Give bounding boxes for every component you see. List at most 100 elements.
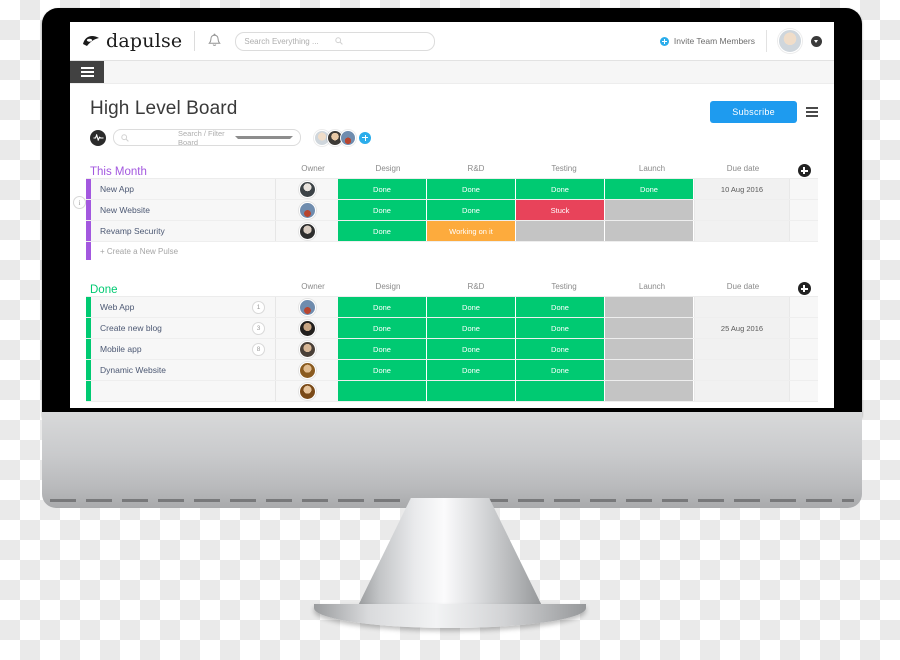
status-cell[interactable] <box>605 318 694 338</box>
chevron-down-icon[interactable] <box>235 136 293 139</box>
due-date-cell[interactable] <box>694 221 789 241</box>
due-date-cell[interactable] <box>694 200 789 220</box>
row-title[interactable]: Create new blog 3 <box>91 318 275 338</box>
board-filter-input[interactable]: Search / Filter Board <box>113 129 301 147</box>
group-title[interactable]: Done <box>90 284 118 296</box>
row-title[interactable]: Web App 1 <box>91 297 275 317</box>
chevron-down-icon[interactable] <box>811 35 822 47</box>
table-row[interactable]: Mobile app 8 Done Done Done <box>86 339 818 360</box>
member-avatar[interactable] <box>340 129 356 146</box>
plus-circle-icon <box>659 36 669 46</box>
owner-cell[interactable] <box>275 318 338 338</box>
row-title[interactable] <box>91 381 275 401</box>
column-header[interactable]: Design <box>344 282 432 296</box>
column-header[interactable]: Due date <box>696 164 790 178</box>
board-menu-icon[interactable] <box>806 107 818 117</box>
status-cell[interactable]: Done <box>427 200 516 220</box>
status-cell[interactable]: Done <box>605 179 694 199</box>
owner-cell[interactable] <box>275 221 338 241</box>
column-header[interactable]: Design <box>344 164 432 178</box>
status-cell[interactable] <box>605 221 694 241</box>
owner-cell[interactable] <box>275 200 338 220</box>
bell-icon[interactable] <box>207 33 222 49</box>
global-search-input[interactable]: Search Everything ... <box>235 31 436 51</box>
row-title[interactable]: New App <box>91 179 275 199</box>
column-header[interactable]: Launch <box>608 164 696 178</box>
table-row[interactable]: New Website Done Done Stuck <box>86 200 818 221</box>
status-cell[interactable]: Done <box>427 360 516 380</box>
row-title[interactable]: Dynamic Website <box>91 360 275 380</box>
table-row[interactable]: Create new blog 3 Done Done Done 25 Aug 2016 <box>86 318 818 339</box>
row-update-count[interactable]: 1 <box>252 300 265 314</box>
status-cell[interactable]: Done <box>516 297 605 317</box>
row-title[interactable]: New Website <box>91 200 275 220</box>
row-update-count[interactable]: 8 <box>252 342 265 356</box>
owner-cell[interactable] <box>275 381 338 401</box>
status-cell[interactable]: Done <box>338 221 427 241</box>
table-row[interactable]: Dynamic Website Done Done Done <box>86 360 818 381</box>
status-cell[interactable]: Done <box>338 318 427 338</box>
column-header[interactable]: Launch <box>608 282 696 296</box>
status-cell[interactable] <box>516 221 605 241</box>
column-header[interactable]: Owner <box>282 164 344 178</box>
table-row[interactable]: Revamp Security Done Working on it <box>86 221 818 242</box>
status-cell[interactable]: Done <box>338 179 427 199</box>
column-header[interactable]: Testing <box>520 164 608 178</box>
status-cell[interactable] <box>516 381 605 401</box>
table-row[interactable] <box>86 381 818 402</box>
row-title[interactable]: Mobile app 8 <box>91 339 275 359</box>
status-cell[interactable] <box>605 360 694 380</box>
status-cell[interactable] <box>427 381 516 401</box>
due-date-cell[interactable] <box>694 360 789 380</box>
column-header[interactable]: R&D <box>432 282 520 296</box>
group-title[interactable]: This Month <box>90 166 147 178</box>
board-info-icon[interactable]: i <box>73 196 86 209</box>
invite-team-members-button[interactable]: Invite Team Members <box>659 36 755 46</box>
due-date-cell[interactable] <box>694 339 789 359</box>
status-cell[interactable] <box>605 200 694 220</box>
row-title[interactable]: Revamp Security <box>91 221 275 241</box>
owner-cell[interactable] <box>275 360 338 380</box>
status-cell[interactable] <box>605 297 694 317</box>
table-row[interactable]: Web App 1 Done Done Done <box>86 297 818 318</box>
status-cell[interactable]: Done <box>516 360 605 380</box>
status-cell[interactable]: Stuck <box>516 200 605 220</box>
owner-cell[interactable] <box>275 297 338 317</box>
status-cell[interactable] <box>338 381 427 401</box>
status-cell[interactable]: Done <box>427 179 516 199</box>
due-date-cell[interactable] <box>694 381 789 401</box>
add-column-icon[interactable] <box>790 282 818 296</box>
app-logo[interactable]: dapulse <box>82 30 182 52</box>
subscribe-button[interactable]: Subscribe <box>710 101 797 123</box>
add-column-icon[interactable] <box>790 164 818 178</box>
user-avatar[interactable] <box>778 29 802 53</box>
column-header[interactable]: Owner <box>282 282 344 296</box>
due-date-cell[interactable]: 25 Aug 2016 <box>694 318 789 338</box>
status-cell[interactable]: Done <box>427 297 516 317</box>
column-header[interactable]: Due date <box>696 282 790 296</box>
status-cell[interactable]: Done <box>338 360 427 380</box>
create-new-pulse-button[interactable]: + Create a New Pulse <box>86 242 818 260</box>
hamburger-menu-icon[interactable] <box>70 61 104 83</box>
due-date-cell[interactable] <box>694 297 789 317</box>
pulse-activity-icon[interactable] <box>90 129 106 146</box>
status-cell[interactable]: Done <box>338 339 427 359</box>
status-cell[interactable]: Done <box>427 318 516 338</box>
table-row[interactable]: New App Done Done Done Done 10 Aug 2016 <box>86 179 818 200</box>
status-cell[interactable]: Done <box>338 200 427 220</box>
owner-cell[interactable] <box>275 339 338 359</box>
add-member-icon[interactable] <box>359 131 371 144</box>
column-header[interactable]: Testing <box>520 282 608 296</box>
status-cell[interactable]: Done <box>516 179 605 199</box>
status-cell[interactable] <box>605 381 694 401</box>
status-cell[interactable]: Done <box>427 339 516 359</box>
status-cell[interactable]: Working on it <box>427 221 516 241</box>
status-cell[interactable]: Done <box>516 339 605 359</box>
status-cell[interactable] <box>605 339 694 359</box>
due-date-cell[interactable]: 10 Aug 2016 <box>694 179 789 199</box>
column-header[interactable]: R&D <box>432 164 520 178</box>
status-cell[interactable]: Done <box>516 318 605 338</box>
row-update-count[interactable]: 3 <box>252 321 265 335</box>
status-cell[interactable]: Done <box>338 297 427 317</box>
owner-cell[interactable] <box>275 179 338 199</box>
